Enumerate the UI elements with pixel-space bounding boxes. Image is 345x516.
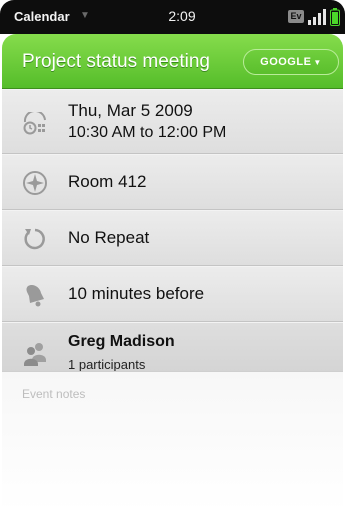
event-title[interactable]: Project status meeting [22, 51, 210, 73]
calendar-selector-label: GOOGLE [260, 56, 312, 68]
battery-icon [330, 8, 340, 26]
calendar-selector-button[interactable]: GOOGLE ▼ [243, 49, 339, 75]
compass-icon [23, 171, 47, 195]
clock-calendar-icon [23, 112, 46, 135]
event-reminder: 10 minutes before [68, 284, 205, 303]
carrier-badge: Ev [288, 10, 304, 23]
row-repeat[interactable]: No Repeat [2, 210, 343, 266]
notes-area [2, 371, 343, 512]
people-icon [24, 343, 46, 366]
chevron-down-icon[interactable]: ▼ [80, 10, 90, 21]
status-app-name[interactable]: Calendar [14, 9, 70, 24]
signal-bars-icon [308, 9, 326, 25]
event-repeat: No Repeat [68, 228, 150, 247]
status-time: 2:09 [168, 8, 196, 24]
event-time-range: 10:30 AM to 12:00 PM [68, 124, 227, 141]
event-details: Thu, Mar 5 2009 10:30 AM to 12:00 PM Roo… [2, 89, 343, 384]
bell-icon [26, 284, 44, 307]
event-date: Thu, Mar 5 2009 [68, 101, 193, 120]
participant-count: 1 participants [68, 357, 146, 372]
status-bar: Calendar ▼ 2:09 Ev [0, 0, 345, 34]
row-datetime[interactable]: Thu, Mar 5 2009 10:30 AM to 12:00 PM [2, 89, 343, 154]
event-header: Project status meeting GOOGLE ▼ [2, 34, 343, 89]
event-datetime: Thu, Mar 5 2009 10:30 AM to 12:00 PM [68, 100, 226, 144]
event-notes-input[interactable] [22, 384, 322, 404]
event-organizer: Greg Madison [68, 333, 175, 350]
device-screen: Calendar ▼ 2:09 Ev Project status meetin… [0, 0, 345, 516]
row-reminder[interactable]: 10 minutes before [2, 266, 343, 322]
repeat-icon [24, 228, 45, 250]
chevron-down-icon: ▼ [313, 58, 322, 67]
row-location[interactable]: Room 412 [2, 154, 343, 210]
event-location: Room 412 [68, 172, 147, 191]
